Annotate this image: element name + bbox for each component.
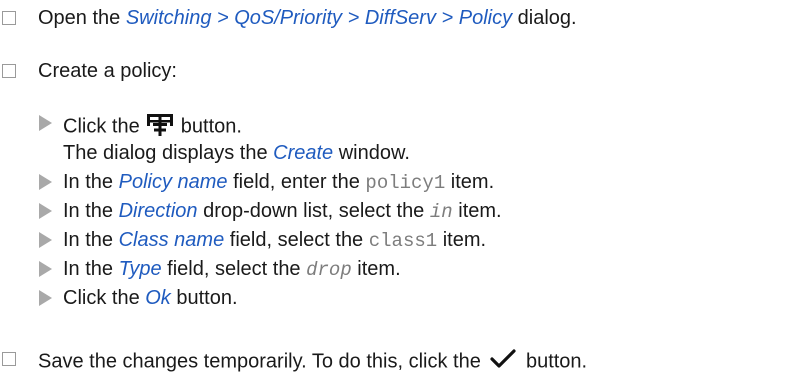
step-text: button. [520,350,588,373]
bullet-arrow-icon [39,261,52,277]
step-text: button. [175,115,242,138]
step-text: In the [63,258,119,280]
step-text: In the [63,200,119,222]
step-text: drop-down list, select the [197,200,430,222]
step-text: Click the [63,115,146,138]
step-checkbox[interactable] [2,11,16,25]
step-2: Create a policy: [38,59,177,83]
substep-click-add: Click the button. [63,111,242,143]
type-value: drop [306,259,352,281]
step-text: Save the changes temporarily. To do this… [38,350,487,373]
step-checkbox[interactable] [2,352,16,366]
step-text: item. [351,258,401,280]
bullet-arrow-icon [39,232,52,248]
step-checkbox[interactable] [2,64,16,78]
step-text: Click the [63,287,146,309]
step-text: field, enter the [227,171,366,193]
step-text: In the [63,171,119,193]
policy-name-field-link[interactable]: Policy name [119,171,228,193]
type-field-link[interactable]: Type [119,258,162,280]
bullet-arrow-icon [39,290,52,306]
step-3: Save the changes temporarily. To do this… [38,347,587,377]
ok-button-link[interactable]: Ok [145,287,171,309]
step-text: field, select the [224,229,369,251]
class-name-value: class1 [368,230,438,252]
step-text: In the [63,229,119,251]
checkmark-icon[interactable] [486,347,520,377]
bullet-arrow-icon [39,203,52,219]
add-table-icon[interactable] [145,111,175,143]
create-window-link[interactable]: Create [273,142,333,164]
bullet-arrow-icon [39,115,52,131]
step-1: Open the Switching > QoS/Priority > Diff… [38,6,577,30]
step-text: button. [170,287,238,309]
direction-value: in [429,201,453,223]
direction-list-link[interactable]: Direction [119,200,198,222]
step-text: field, select the [161,258,307,280]
substep-result: The dialog displays the Create window. [63,141,410,165]
menu-path-link[interactable]: Switching > QoS/Priority > DiffServ > Po… [126,7,512,29]
step-text: window. [333,142,410,164]
step-text: item. [452,200,502,222]
step-text: item. [445,171,495,193]
substep-direction: In the Direction drop-down list, select … [63,199,502,224]
substep-type: In the Type field, select the drop item. [63,257,401,282]
step-text: Create a policy: [38,60,177,82]
step-text: dialog. [512,7,577,29]
bullet-arrow-icon [39,174,52,190]
class-name-field-link[interactable]: Class name [119,229,225,251]
substep-click-ok: Click the Ok button. [63,286,238,310]
substep-policy-name: In the Policy name field, enter the poli… [63,170,494,195]
policy-name-value: policy1 [365,172,446,194]
substep-class-name: In the Class name field, select the clas… [63,228,486,253]
step-text: The dialog displays the [63,142,274,164]
step-text: item. [437,229,487,251]
step-text: Open the [38,7,126,29]
